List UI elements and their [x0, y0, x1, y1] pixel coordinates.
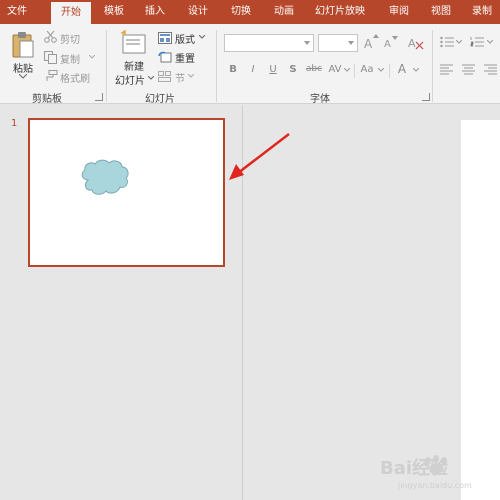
tab-transitions[interactable]: 切换 — [224, 0, 258, 24]
new-slide-button-line1[interactable]: 新建 — [124, 58, 144, 73]
reset-button[interactable]: 重置 — [175, 50, 195, 65]
section-button[interactable]: 节 — [175, 70, 185, 85]
chevron-down-icon[interactable] — [89, 55, 95, 59]
new-slide-icon[interactable] — [120, 30, 148, 56]
italic-button[interactable]: I — [248, 64, 258, 75]
chevron-down-icon[interactable] — [304, 41, 310, 45]
scissors-icon — [44, 31, 57, 43]
chevron-down-icon[interactable] — [148, 76, 154, 80]
ribbon-tab-bar: 文件 开始 模板 插入 设计 切换 动画 幻灯片放映 审阅 视图 录制 — [0, 0, 500, 24]
bullets-icon[interactable] — [440, 36, 454, 48]
caret-up-icon — [373, 34, 379, 38]
caret-down-icon — [392, 36, 398, 40]
align-center-icon[interactable] — [462, 64, 475, 75]
strikethrough-button[interactable]: abc — [305, 64, 323, 74]
chevron-down-icon[interactable] — [456, 40, 462, 44]
watermark-logo: Bai经验 jingyan.baidu.com — [376, 452, 496, 492]
reset-icon — [158, 51, 172, 63]
chevron-down-icon[interactable] — [199, 35, 205, 39]
tab-animations[interactable]: 动画 — [267, 0, 301, 24]
font-group-label: 字体 — [310, 94, 330, 105]
change-case-button[interactable]: Aa — [359, 64, 375, 75]
new-slide-button-line2[interactable]: 幻灯片 — [115, 72, 145, 87]
character-spacing-button[interactable]: AV — [327, 64, 343, 75]
layout-button[interactable]: 版式 — [175, 31, 195, 46]
align-left-icon[interactable] — [440, 64, 453, 75]
slide-canvas[interactable] — [461, 120, 500, 500]
group-divider — [432, 30, 433, 102]
ribbon: 粘贴 剪切 复制 格式刷 剪贴板 新建 幻灯片 版式 重置 节 幻灯片 A A … — [0, 24, 500, 105]
layout-icon — [158, 32, 172, 44]
divider — [389, 64, 390, 78]
align-right-icon[interactable] — [484, 64, 497, 75]
paste-button[interactable]: 粘贴 — [13, 60, 33, 75]
shrink-font-button[interactable]: A — [384, 39, 391, 50]
font-color-button[interactable]: A — [397, 62, 407, 76]
font-launcher[interactable] — [422, 93, 430, 101]
chevron-down-icon[interactable] — [487, 40, 493, 44]
copy-icon — [44, 51, 57, 64]
tab-template[interactable]: 模板 — [98, 0, 130, 24]
divider — [354, 64, 355, 78]
clipboard-launcher[interactable] — [95, 93, 103, 101]
paste-icon[interactable] — [11, 30, 35, 60]
tab-slideshow[interactable]: 幻灯片放映 — [310, 0, 370, 24]
section-icon — [158, 71, 171, 82]
tab-home[interactable]: 开始 — [51, 2, 91, 24]
format-painter-button[interactable]: 格式刷 — [60, 70, 90, 85]
svg-text:A: A — [408, 37, 416, 50]
chevron-down-icon[interactable] — [348, 41, 354, 45]
cut-button[interactable]: 剪切 — [60, 31, 80, 46]
underline-button[interactable]: U — [268, 64, 278, 75]
font-size-combobox[interactable] — [318, 34, 358, 52]
format-painter-icon — [46, 70, 58, 81]
chevron-down-icon[interactable] — [413, 68, 419, 72]
slides-group-label: 幻灯片 — [145, 94, 175, 105]
chevron-down-icon[interactable] — [378, 68, 384, 72]
chevron-down-icon[interactable] — [344, 68, 350, 72]
chevron-down-icon[interactable] — [19, 74, 27, 79]
group-divider — [216, 30, 217, 102]
tab-insert[interactable]: 插入 — [139, 0, 171, 24]
tab-view[interactable]: 视图 — [425, 0, 457, 24]
text-shadow-button[interactable]: S — [287, 64, 299, 75]
copy-button[interactable]: 复制 — [60, 51, 80, 66]
baidu-paw-icon: Bai经验 jingyan.baidu.com — [380, 455, 472, 490]
chevron-down-icon[interactable] — [188, 74, 194, 78]
bold-button[interactable]: B — [228, 64, 238, 75]
tab-file[interactable]: 文件 — [2, 0, 32, 24]
slide-thumbnail[interactable] — [28, 118, 225, 267]
watermark-text: Bai经验 — [380, 457, 449, 479]
clipboard-group-label: 剪贴板 — [32, 94, 62, 105]
tab-record[interactable]: 录制 — [466, 0, 498, 24]
watermark-subtext: jingyan.baidu.com — [397, 481, 472, 490]
grow-font-button[interactable]: A — [364, 37, 372, 51]
font-name-combobox[interactable] — [224, 34, 314, 52]
tab-design[interactable]: 设计 — [181, 0, 215, 24]
numbering-icon[interactable] — [470, 36, 484, 48]
slide-number: 1 — [11, 118, 18, 129]
cloud-shape-icon[interactable] — [78, 158, 132, 200]
tab-review[interactable]: 审阅 — [383, 0, 415, 24]
group-divider — [106, 30, 107, 102]
clear-formatting-icon[interactable]: A — [408, 36, 424, 50]
